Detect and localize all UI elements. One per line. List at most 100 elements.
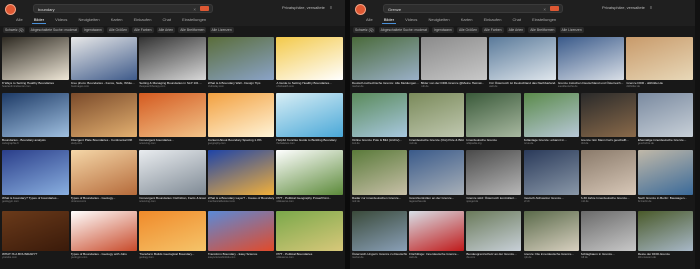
search-input[interactable]: Grenze × <box>383 4 563 13</box>
search-icon[interactable] <box>200 6 209 11</box>
filter-layout[interactable]: Alle Breitformen <box>178 27 207 33</box>
clear-icon[interactable]: × <box>543 7 546 12</box>
result-thumbnail[interactable] <box>276 93 343 137</box>
image-result[interactable]: Content About Boundary Spacing 1.0% geogr… <box>207 93 275 148</box>
result-thumbnail[interactable] <box>70 37 138 80</box>
result-thumbnail[interactable] <box>276 150 343 195</box>
filter-safesearch[interactable]: Abgeschaltete Suche: moderat <box>28 27 79 33</box>
tab-videos[interactable]: Videos <box>53 16 69 23</box>
image-result[interactable]: Boundaries - Boundary analysis cartograph… <box>2 93 69 148</box>
image-result[interactable]: PPT - Political Geography PowerPoint... s… <box>276 150 343 206</box>
image-result[interactable]: What is a Boundary Layer? - Cause of Bou… <box>207 150 275 206</box>
tab-videos[interactable]: Videos <box>403 16 419 23</box>
search-icon[interactable] <box>550 6 559 11</box>
tab-karten[interactable]: Karten <box>459 16 475 23</box>
image-result[interactable]: Deutsch-tschechische Grenze: Alle Meldun… <box>352 37 419 91</box>
result-thumbnail[interactable] <box>626 37 693 80</box>
image-result[interactable]: Convergent boundaries... sciencing.com <box>139 93 206 148</box>
result-thumbnail[interactable] <box>139 150 206 195</box>
image-result[interactable]: Divergent Plate Boundaries - Continental… <box>70 93 138 148</box>
image-result[interactable]: Innerdeutsche Grenze (Ost) Pole & Bild..… <box>409 93 465 148</box>
result-thumbnail[interactable] <box>580 211 636 251</box>
image-result[interactable]: WHAT IS A BOUNDARY? youtube.com <box>2 211 69 262</box>
image-result[interactable]: A Guide to Setting Healthy Boundaries...… <box>276 37 343 91</box>
image-result[interactable]: Convergent Boundaries: Definition, Facts… <box>139 150 206 206</box>
filter-region[interactable]: Schweiz (Q) <box>3 27 26 33</box>
image-result[interactable]: What is boundary? Types of boundaries...… <box>2 150 69 206</box>
privacy-label[interactable]: Privatsphäre, verwaltete ≡ <box>282 5 332 10</box>
image-result[interactable]: 8 Ways to Setting Healthy Boundaries hear… <box>2 37 69 91</box>
privacy-label[interactable]: Privatsphäre, verwaltete ≡ <box>602 5 652 10</box>
result-thumbnail[interactable] <box>207 150 275 195</box>
image-result[interactable]: Types of Boundaries - Geology with Jobs g… <box>70 211 138 262</box>
result-thumbnail[interactable] <box>139 37 206 80</box>
result-thumbnail[interactable] <box>352 93 408 137</box>
tab-chat[interactable]: Chat <box>511 16 523 23</box>
result-thumbnail[interactable] <box>352 150 408 195</box>
image-result[interactable]: A 30 Jahre Innerdeutsche Grenze... mdr.de <box>580 150 636 206</box>
result-thumbnail[interactable] <box>2 37 69 80</box>
result-thumbnail[interactable] <box>207 37 275 80</box>
result-thumbnail[interactable] <box>557 37 625 80</box>
image-result[interactable]: Grenze: Die innerdeutsche Grenze... bpb.d… <box>523 211 579 262</box>
duckduckgo-logo[interactable] <box>5 4 16 15</box>
image-result[interactable]: PPT - Political Boundaries slideserve.com <box>276 211 343 262</box>
result-thumbnail[interactable] <box>70 93 138 137</box>
image-result[interactable]: Für Österreich ist Deutschland das Nachb… <box>489 37 556 91</box>
image-result[interactable]: Grenze: Ein Mann hat's geschafft... bild.… <box>580 93 636 148</box>
image-result[interactable]: Grenzkontrollen an der Grenze... tagessch… <box>409 150 465 206</box>
clear-icon[interactable]: × <box>193 7 196 12</box>
image-result[interactable]: Österreich-Ungarn: Grenze zu Deutschland… <box>352 211 408 262</box>
filter-time[interactable]: Irgendwann <box>432 27 454 33</box>
image-result[interactable]: Nach Grenze in Berlin: Bauwagen... bz-ber… <box>637 150 693 206</box>
search-input[interactable]: boundary × <box>33 4 213 13</box>
result-thumbnail[interactable] <box>2 150 69 195</box>
tab-einkaufen[interactable]: Einkaufen <box>482 16 504 23</box>
result-thumbnail[interactable] <box>207 211 275 251</box>
filter-region[interactable]: Schweiz (Q) <box>353 27 376 33</box>
filter-size[interactable]: Alle Größen <box>106 27 130 33</box>
image-result[interactable]: Transform Boundary - Easy Science easysci… <box>207 211 275 262</box>
result-thumbnail[interactable] <box>276 211 343 251</box>
image-result[interactable]: Types of Boundaries - Geology... pinteres… <box>70 150 138 206</box>
image-result[interactable]: Flüchtlinge: Innerdeutsche Grenze... welt… <box>409 211 465 262</box>
result-thumbnail[interactable] <box>352 211 408 251</box>
result-thumbnail[interactable] <box>580 150 636 195</box>
result-thumbnail[interactable] <box>637 211 693 251</box>
tab-alle[interactable]: Alle <box>14 16 25 23</box>
result-thumbnail[interactable] <box>352 37 419 80</box>
tab-bilder[interactable]: Bilder <box>381 16 397 24</box>
result-thumbnail[interactable] <box>409 150 465 195</box>
image-result[interactable]: Online Grenze Pole & Bild (Archiv)... zei… <box>352 93 408 148</box>
image-result[interactable]: Zollanlage Grenze: erkannt in... focus.de <box>523 93 579 148</box>
tab-einkaufen[interactable]: Einkaufen <box>132 16 154 23</box>
filter-type[interactable]: Alle Arten <box>156 27 176 33</box>
result-thumbnail[interactable] <box>139 93 206 137</box>
result-thumbnail[interactable] <box>70 150 138 195</box>
image-result[interactable]: Ehemalige innerdeutsche Grenze... geschic… <box>637 93 693 148</box>
tab-neuigkeiten[interactable]: Neuigkeiten <box>426 16 451 23</box>
image-result[interactable]: Grenze zwischen Deutschland und Österrei… <box>557 37 625 91</box>
image-result[interactable]: Bilder von der DDR-Grenze @Meine Heimat.… <box>420 37 488 91</box>
result-thumbnail[interactable] <box>466 211 522 251</box>
duckduckgo-logo[interactable] <box>355 4 366 15</box>
image-result[interactable]: Radar zur innerdeutschen Grenze... mdr.de <box>352 150 408 206</box>
image-result[interactable]: Setting & Managing Boundaries in SLP 101… <box>139 37 206 91</box>
result-thumbnail[interactable] <box>580 93 636 137</box>
result-thumbnail[interactable] <box>523 211 579 251</box>
result-thumbnail[interactable] <box>489 37 556 80</box>
result-thumbnail[interactable] <box>2 93 69 137</box>
menu-icon[interactable]: ≡ <box>650 5 652 10</box>
image-result[interactable]: Reste der DDR-Grenze ddr-museum.de <box>637 211 693 262</box>
tab-einstellungen[interactable]: Einstellungen <box>180 16 208 23</box>
image-result[interactable]: Transform Builds Geological Boundary... g… <box>139 211 206 262</box>
filter-type[interactable]: Alle Arten <box>506 27 526 33</box>
search-query[interactable]: boundary <box>38 7 55 12</box>
filter-size[interactable]: Alle Größen <box>456 27 480 33</box>
image-result[interactable]: Helpful Concise Guide to Building Bounda… <box>276 93 343 148</box>
filter-license[interactable]: Alle Lizenzen <box>559 27 584 33</box>
image-result[interactable]: What is A Boundary Wall - Design Tips civ… <box>207 37 275 91</box>
filter-layout[interactable]: Alle Breitformen <box>528 27 557 33</box>
filter-color[interactable]: Alle Farben <box>132 27 154 33</box>
result-thumbnail[interactable] <box>420 37 488 80</box>
